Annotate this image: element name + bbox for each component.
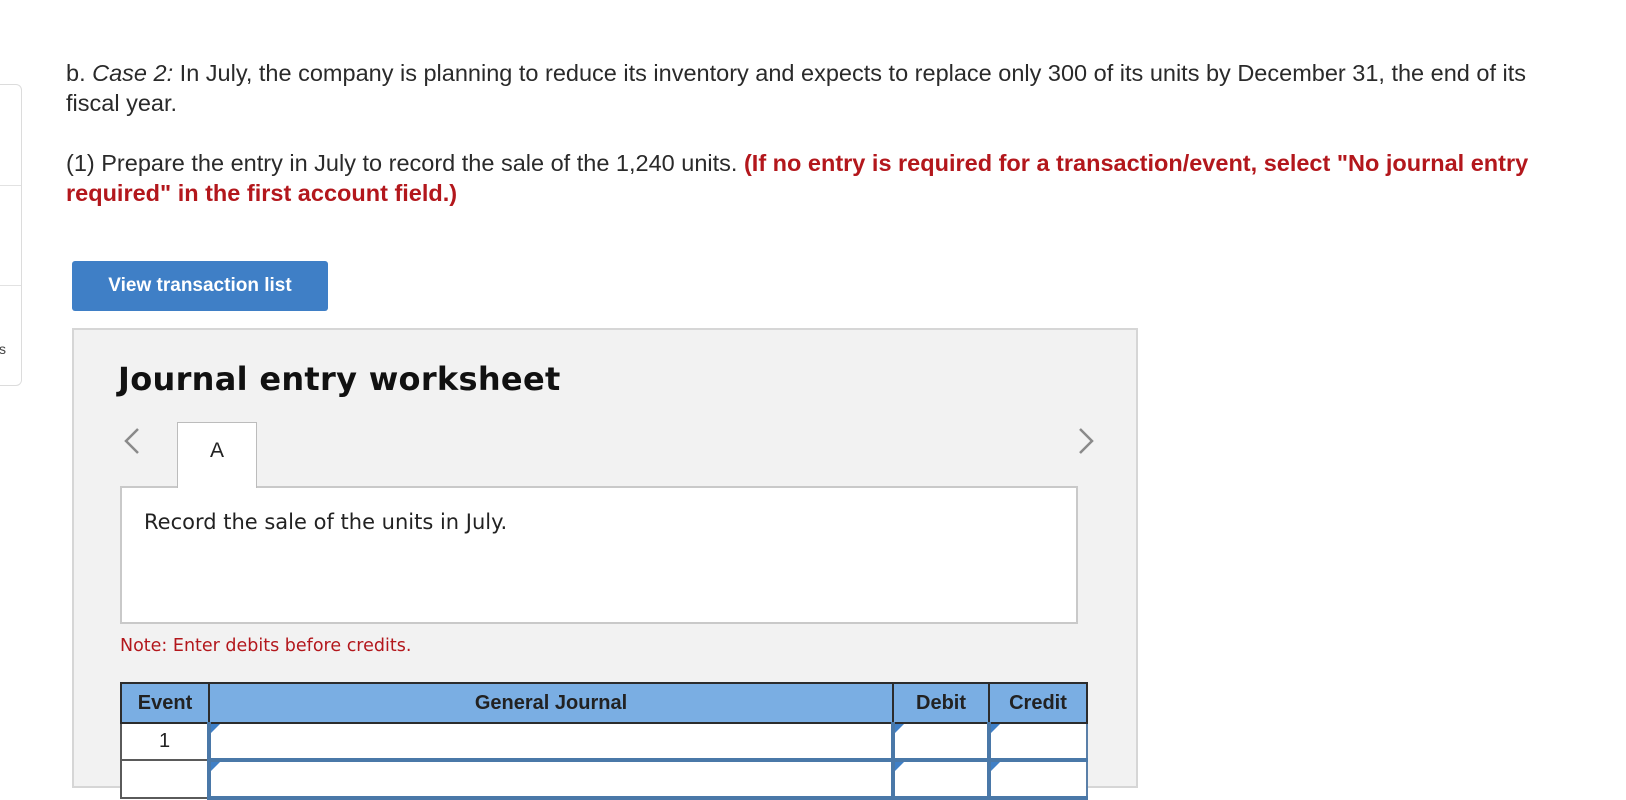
side-panel-divider xyxy=(0,185,21,186)
description-text: Record the sale of the units in July. xyxy=(144,510,508,534)
general-journal-table: Event General Journal Debit Credit 1 xyxy=(120,682,1088,800)
instruction-body: (1) Prepare the entry in July to record … xyxy=(66,150,744,176)
description-box: Record the sale of the units in July. xyxy=(120,486,1078,624)
worksheet-title: Journal entry worksheet xyxy=(118,360,561,398)
credit-input[interactable] xyxy=(987,722,1088,762)
question-prefix: b. xyxy=(66,60,93,86)
case-label: Case 2: xyxy=(92,60,174,86)
column-header-general-journal: General Journal xyxy=(208,682,894,724)
event-cell: 1 xyxy=(120,722,210,761)
view-transaction-list-button[interactable]: View transaction list xyxy=(72,261,328,311)
table-row: 1 xyxy=(120,722,1088,762)
side-panel: s xyxy=(0,84,22,386)
question-body: In July, the company is planning to redu… xyxy=(66,60,1527,116)
debit-input[interactable] xyxy=(891,722,990,762)
next-arrow-icon[interactable] xyxy=(1070,424,1100,458)
tab-a[interactable]: A xyxy=(177,422,257,488)
side-panel-divider xyxy=(0,285,21,286)
account-dropdown[interactable] xyxy=(207,722,894,762)
side-panel-text: s xyxy=(0,341,6,357)
table-header-row: Event General Journal Debit Credit xyxy=(120,682,1088,724)
journal-entry-worksheet: Journal entry worksheet A Record the sal… xyxy=(72,328,1138,800)
column-header-event: Event xyxy=(120,682,210,724)
column-header-credit: Credit xyxy=(988,682,1088,724)
instruction-text: (1) Prepare the entry in July to record … xyxy=(66,148,1546,208)
question-text: b. Case 2: In July, the company is plann… xyxy=(66,58,1546,118)
column-header-debit: Debit xyxy=(892,682,990,724)
debit-credit-note: Note: Enter debits before credits. xyxy=(120,636,412,656)
previous-arrow-icon[interactable] xyxy=(118,424,148,458)
